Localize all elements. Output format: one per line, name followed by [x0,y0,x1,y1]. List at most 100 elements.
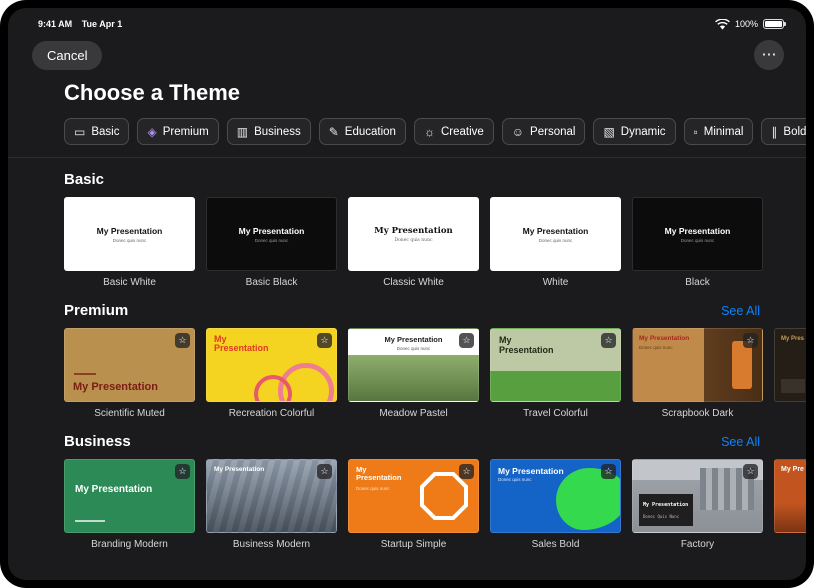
theme-label: Sales Bold [490,539,621,551]
theme-card[interactable]: ☆ My Presentation Business Modern [206,459,337,551]
theme-thumb: ☆ My Pre [774,459,806,533]
theme-thumb: ☆ My Presentation [206,459,337,533]
filter-icon: ∥ [771,126,777,138]
favorite-star-icon[interactable]: ☆ [317,464,332,479]
theme-thumb: ☆ My Presentation Donec quis nunc [348,328,479,402]
filter-chip[interactable]: ☼ Creative [414,118,494,145]
ipad-frame: 9:41 AM Tue Apr 1 100% Cancel ⋯ Choose [0,0,814,588]
theme-card[interactable]: ☆ My Presentation Branding Modern [64,459,195,551]
section-title: Basic [64,171,104,188]
more-options-button[interactable]: ⋯ [754,40,784,70]
favorite-star-icon[interactable]: ☆ [459,464,474,479]
theme-card[interactable]: ☆ My Presentation Donec quis nunc Startu… [348,459,479,551]
theme-card[interactable]: ☆ My Pres [774,328,806,420]
favorite-star-icon[interactable]: ☆ [317,333,332,348]
section-title: Premium [64,302,128,319]
thumb-subtitle: Donec quis nunc [113,238,147,243]
filter-icon: ▧ [603,126,614,138]
filter-label: Creative [441,126,484,138]
navigation-bar: Cancel ⋯ [8,32,806,70]
theme-label: Startup Simple [348,539,479,551]
favorite-star-icon[interactable]: ☆ [743,464,758,479]
favorite-star-icon[interactable]: ☆ [175,333,190,348]
thumb-title: My Presentation [356,466,406,483]
wifi-icon [715,19,730,30]
status-date: Tue Apr 1 [82,19,123,29]
theme-label: Recreation Colorful [206,408,337,420]
filter-chip[interactable]: ✎ Education [319,118,406,145]
filter-chip-row: ▭ Basic ◈ Premium ▥ Business ✎ Education [64,118,806,145]
theme-card[interactable]: My Presentation Donec quis nunc Basic Bl… [206,197,337,289]
filter-chip[interactable]: ☺ Personal [502,118,586,145]
filter-icon: ▫ [694,126,698,138]
battery-icon [763,19,784,29]
cancel-button[interactable]: Cancel [32,41,102,70]
favorite-star-icon[interactable]: ☆ [743,333,758,348]
theme-label: Travel Colorful [490,408,621,420]
theme-thumb: ☆ My Presentation [64,328,195,402]
theme-label: Branding Modern [64,539,195,551]
favorite-star-icon[interactable]: ☆ [601,464,616,479]
see-all-link-premium[interactable]: See All [721,304,760,318]
thumb-title: My Presentation [73,382,163,393]
theme-label: White [490,277,621,289]
thumb-subtitle: Donec quis nunc [539,238,573,243]
theme-card[interactable]: My Presentation Donec quis nunc Basic Wh… [64,197,195,289]
theme-label [774,408,806,420]
filter-icon: ▥ [237,126,248,138]
status-right: 100% [715,19,784,30]
theme-card[interactable]: ☆ My Presentation Recreation Colorful [206,328,337,420]
thumb-title: My Presentation [374,226,452,236]
section-basic-header: Basic [64,171,806,188]
theme-thumb: ☆ My Presentation [206,328,337,402]
theme-thumb: My Presentation Donec quis nunc [348,197,479,271]
filter-icon: ✎ [329,126,339,138]
filter-chip[interactable]: ▭ Basic [64,118,129,145]
theme-card[interactable]: My Presentation Donec quis nunc Classic … [348,197,479,289]
theme-thumb: ☆ My Presentation [64,459,195,533]
theme-thumb: ☆ My Presentation Donec Quis Nunc [632,459,763,533]
filter-chip[interactable]: ▥ Business [227,118,311,145]
theme-card[interactable]: My Presentation Donec quis nunc White [490,197,621,289]
theme-card[interactable]: ☆ My Presentation Travel Colorful [490,328,621,420]
filter-label: Premium [163,126,209,138]
thumb-title: My Presentation [214,335,266,354]
theme-card[interactable]: ☆ My Pre [774,459,806,551]
theme-label: Black [632,277,763,289]
theme-card[interactable]: My Presentation Donec quis nunc Black [632,197,763,289]
filter-chip[interactable]: ▧ Dynamic [593,118,675,145]
keynote-theme-chooser-screen: 9:41 AM Tue Apr 1 100% Cancel ⋯ Choose [8,8,806,580]
section-business-header: Business See All [64,433,806,450]
filter-label: Minimal [704,126,744,138]
theme-thumb: ☆ My Presentation Donec quis nunc [632,328,763,402]
theme-label: Basic Black [206,277,337,289]
favorite-star-icon[interactable]: ☆ [459,333,474,348]
thumb-title: My Presentation [523,226,589,236]
filter-icon: ◈ [147,126,156,138]
theme-card[interactable]: ☆ My Presentation Donec quis nunc Scrapb… [632,328,763,420]
filter-chip[interactable]: ∥ Bold [761,118,806,145]
thumb-title: My Presentation [639,335,697,342]
theme-card[interactable]: ☆ My Presentation Donec Quis Nunc Factor… [632,459,763,551]
theme-thumb: My Presentation Donec quis nunc [490,197,621,271]
thumb-subtitle: Donec quis nunc [639,345,673,350]
theme-row-premium: ☆ My Presentation Scientific Muted ☆ My … [64,328,806,420]
status-left: 9:41 AM Tue Apr 1 [38,19,129,29]
theme-label: Business Modern [206,539,337,551]
favorite-star-icon[interactable]: ☆ [601,333,616,348]
theme-row-business: ☆ My Presentation Branding Modern ☆ My P… [64,459,806,551]
filter-icon: ▭ [74,126,85,138]
theme-card[interactable]: ☆ My Presentation Scientific Muted [64,328,195,420]
theme-card[interactable]: ☆ My Presentation Donec quis nunc Sales … [490,459,621,551]
thumb-title: My Presentation [665,226,731,236]
thumb-subtitle: Donec quis nunc [681,238,715,243]
filter-label: Business [254,126,301,138]
see-all-link-business[interactable]: See All [721,435,760,449]
filter-chip[interactable]: ◈ Premium [137,118,218,145]
favorite-star-icon[interactable]: ☆ [175,464,190,479]
theme-card[interactable]: ☆ My Presentation Donec quis nunc Meadow… [348,328,479,420]
filter-chip[interactable]: ▫ Minimal [684,118,754,145]
thumb-subtitle: Donec quis nunc [349,346,478,351]
thumb-title: My Presentation [97,226,163,236]
section-title: Business [64,433,131,450]
